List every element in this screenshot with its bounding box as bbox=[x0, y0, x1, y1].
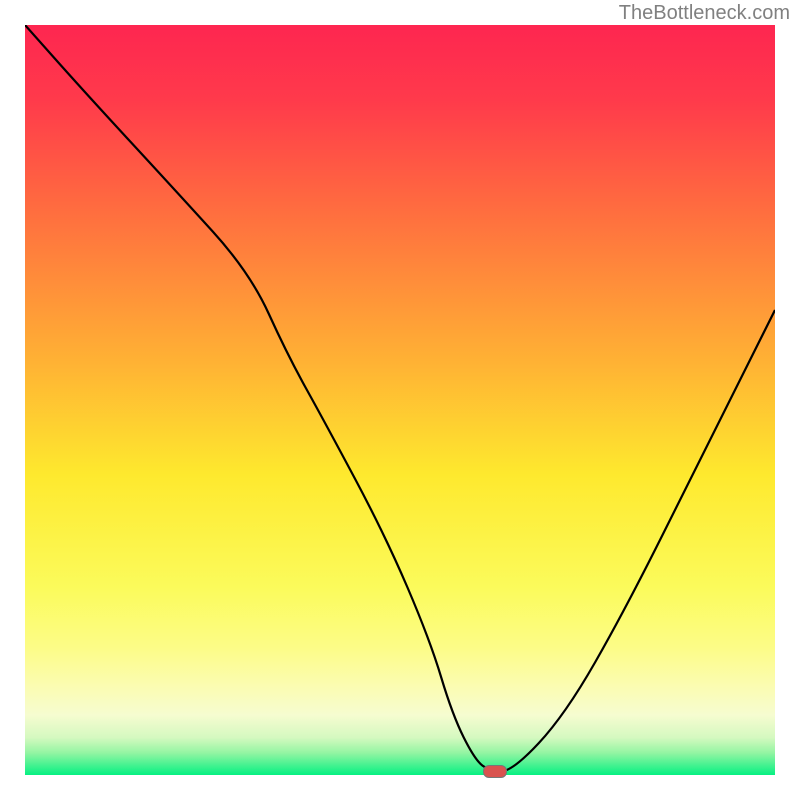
watermark-text: TheBottleneck.com bbox=[619, 2, 790, 25]
plot-area bbox=[25, 25, 775, 775]
bottleneck-curve bbox=[25, 25, 775, 775]
chart-container: TheBottleneck.com bbox=[0, 0, 800, 800]
optimal-marker bbox=[483, 765, 507, 778]
